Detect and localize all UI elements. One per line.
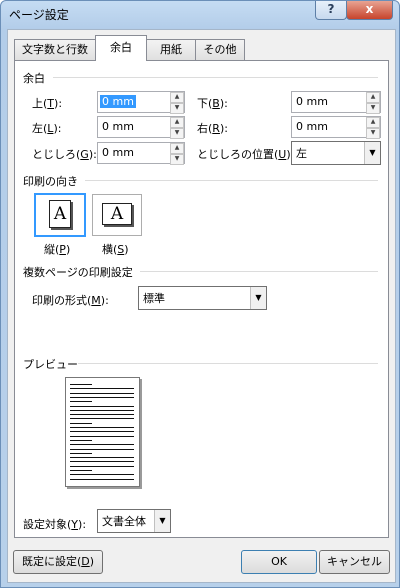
multiple-pages-label: 印刷の形式(M):	[32, 294, 109, 307]
apply-to-select[interactable]: 文書全体 ▼	[97, 509, 171, 533]
spin-up-icon[interactable]: ▲	[170, 92, 184, 103]
divider	[140, 271, 378, 272]
set-as-default-button[interactable]: 既定に設定(D)	[13, 550, 103, 574]
preview-text-line	[70, 392, 134, 394]
preview-text-line	[70, 457, 134, 459]
preview-thumbnail	[65, 377, 140, 487]
preview-text-line	[70, 448, 134, 450]
divider	[85, 180, 378, 181]
dialog-title: ページ設定	[9, 8, 69, 22]
right-margin-spinner[interactable]: 0 mm ▲ ▼	[291, 116, 381, 139]
gutter-position-select[interactable]: 左 ▼	[291, 141, 381, 165]
preview-text-line	[70, 452, 92, 454]
spin-up-icon[interactable]: ▲	[366, 117, 380, 128]
portrait-label: 縦(P)	[44, 243, 71, 256]
landscape-label: 横(S)	[102, 243, 129, 256]
margins-heading: 余白	[23, 72, 45, 85]
gutter-spinner[interactable]: 0 mm ▲ ▼	[97, 142, 185, 165]
preview-text-line	[70, 478, 134, 480]
gutter-position-label: とじしろの位置(U):	[197, 148, 294, 161]
spin-down-icon[interactable]: ▼	[366, 128, 380, 139]
preview-text-line	[70, 405, 134, 407]
portrait-button[interactable]: A	[34, 193, 86, 237]
preview-text-line	[70, 414, 134, 416]
preview-text-line	[70, 431, 134, 433]
help-icon: ?	[327, 2, 335, 16]
help-button[interactable]: ?	[315, 1, 347, 20]
preview-text-line	[70, 422, 92, 424]
page-setup-dialog: ページ設定 ? x 文字数と行数 余白 用紙 その他 余白 上(T): 0 mm…	[0, 0, 400, 588]
spin-up-icon[interactable]: ▲	[170, 143, 184, 154]
preview-text-line	[70, 474, 134, 476]
tab-margins[interactable]: 余白	[95, 35, 147, 61]
left-margin-label: 左(L):	[32, 122, 62, 135]
tab-label: 文字数と行数	[22, 43, 88, 56]
multiple-pages-value: 標準	[143, 292, 165, 305]
preview-text-line	[70, 470, 92, 471]
landscape-button[interactable]: A	[92, 194, 142, 236]
close-icon: x	[365, 2, 374, 16]
cancel-button[interactable]: キャンセル	[319, 550, 390, 574]
preview-text-line	[70, 388, 134, 390]
bottom-margin-label: 下(B):	[197, 97, 228, 110]
apply-to-value: 文書全体	[102, 515, 146, 528]
gutter-position-value: 左	[296, 147, 307, 160]
title-bar[interactable]: ページ設定 ? x	[1, 1, 399, 27]
preview-text-line	[70, 435, 134, 437]
spin-down-icon[interactable]: ▼	[170, 128, 184, 139]
portrait-page-icon: A	[49, 200, 71, 228]
chevron-down-icon[interactable]: ▼	[364, 142, 380, 164]
preview-text-line	[70, 465, 134, 467]
ok-button[interactable]: OK	[241, 550, 317, 574]
preview-text-line	[70, 461, 134, 463]
preview-text-line	[70, 401, 92, 403]
tab-paper[interactable]: 用紙	[146, 39, 196, 60]
multiple-pages-select[interactable]: 標準 ▼	[138, 286, 267, 310]
bottom-margin-spinner[interactable]: 0 mm ▲ ▼	[291, 91, 381, 114]
spin-up-icon[interactable]: ▲	[170, 117, 184, 128]
gutter-label: とじしろ(G):	[32, 148, 97, 161]
divider	[78, 363, 378, 364]
orientation-heading: 印刷の向き	[23, 175, 78, 188]
chevron-down-icon[interactable]: ▼	[154, 510, 170, 532]
tab-chars-lines[interactable]: 文字数と行数	[14, 39, 96, 60]
spin-down-icon[interactable]: ▼	[366, 103, 380, 114]
tab-other[interactable]: その他	[195, 39, 245, 60]
tab-label: 用紙	[160, 43, 182, 56]
preview-text-line	[70, 409, 134, 411]
tab-label: 余白	[110, 41, 132, 54]
top-margin-value: 0 mm	[100, 95, 136, 108]
right-margin-value: 0 mm	[296, 120, 328, 133]
apply-to-label: 設定対象(Y):	[23, 518, 87, 531]
left-margin-spinner[interactable]: 0 mm ▲ ▼	[97, 116, 185, 139]
preview-text-line	[70, 427, 134, 428]
top-margin-label: 上(T):	[32, 97, 63, 110]
preview-text-line	[70, 384, 92, 385]
bottom-margin-value: 0 mm	[296, 95, 328, 108]
preview-text-line	[70, 439, 92, 441]
chevron-down-icon[interactable]: ▼	[250, 287, 266, 309]
spin-up-icon[interactable]: ▲	[366, 92, 380, 103]
left-margin-value: 0 mm	[102, 120, 134, 133]
preview-text-line	[70, 444, 134, 446]
spin-down-icon[interactable]: ▼	[170, 103, 184, 114]
multiple-pages-heading: 複数ページの印刷設定	[23, 266, 133, 279]
right-margin-label: 右(R):	[197, 122, 228, 135]
preview-text-line	[70, 396, 134, 398]
top-margin-spinner[interactable]: 0 mm ▲ ▼	[97, 91, 185, 114]
close-button[interactable]: x	[346, 1, 393, 20]
divider	[53, 77, 378, 78]
dialog-body: 文字数と行数 余白 用紙 その他 余白 上(T): 0 mm ▲ ▼ 下(B): …	[7, 29, 396, 583]
spin-down-icon[interactable]: ▼	[170, 154, 184, 165]
tab-label: その他	[203, 43, 237, 56]
landscape-page-icon: A	[102, 203, 132, 225]
preview-text-line	[70, 418, 134, 420]
gutter-value: 0 mm	[102, 146, 134, 159]
preview-heading: プレビュー	[23, 358, 78, 371]
